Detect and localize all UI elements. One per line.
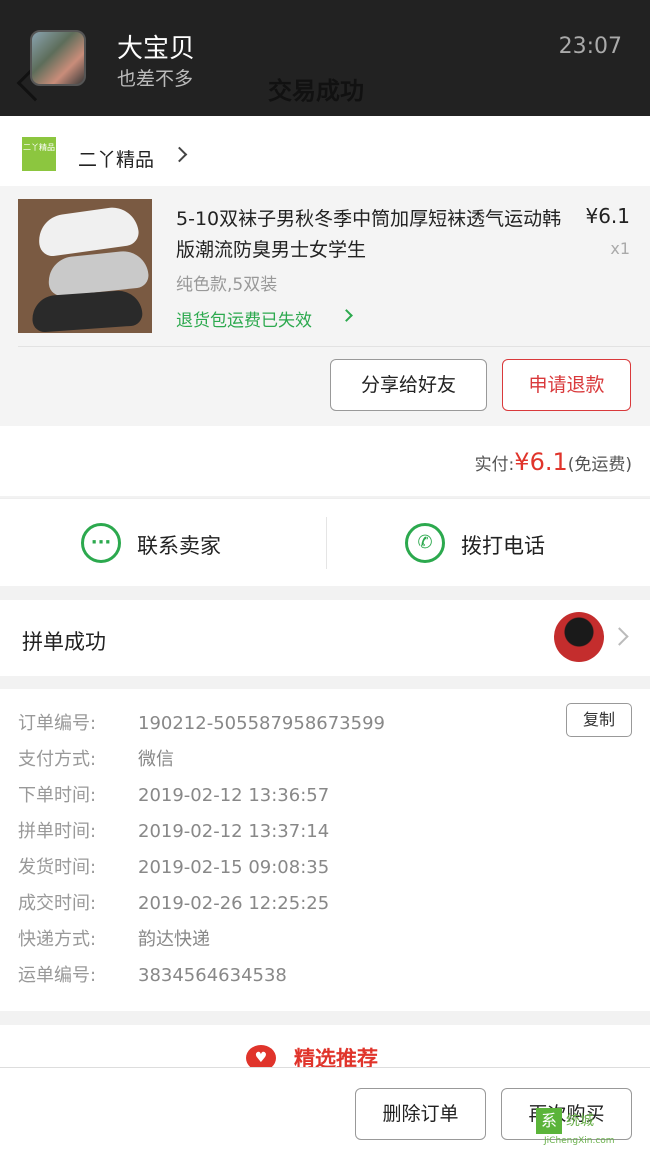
detail-key: 运单编号: xyxy=(18,965,97,986)
detail-key: 支付方式: xyxy=(18,749,97,770)
black-sock-shape xyxy=(30,289,144,333)
shipping-note-link[interactable]: 退货包运费已失效 xyxy=(176,306,312,331)
detail-value: 2019-02-15 09:08:35 xyxy=(138,857,330,878)
detail-row: 成交时间: 2019-02-26 12:25:25 xyxy=(18,889,329,919)
divider xyxy=(18,346,650,347)
payment-summary: 实付:¥6.1(免运费) xyxy=(475,448,632,476)
shop-row[interactable]: 二丫精品 二丫精品 xyxy=(0,116,650,186)
product-price: ¥6.1 xyxy=(585,204,630,228)
call-button[interactable]: ✆ 拨打电话 xyxy=(405,523,605,563)
group-status-label: 拼单成功 xyxy=(22,630,106,654)
product-thumbnail[interactable] xyxy=(18,199,152,333)
avatar xyxy=(554,612,604,662)
contact-seller-label: 联系卖家 xyxy=(137,534,221,558)
watermark-url: JiChengXin.com xyxy=(544,1136,615,1146)
group-order-row[interactable]: 拼单成功 xyxy=(0,600,650,676)
product-quantity: x1 xyxy=(610,239,630,258)
chevron-right-icon xyxy=(171,146,188,163)
detail-value: 190212-505587958673599 xyxy=(138,713,385,734)
product-title[interactable]: 5-10双袜子男秋冬季中筒加厚短袜透气运动韩版潮流防臭男士女学生 xyxy=(176,204,576,266)
product-card: 5-10双袜子男秋冬季中筒加厚短袜透气运动韩版潮流防臭男士女学生 ¥6.1 x1… xyxy=(0,186,650,426)
divider xyxy=(326,517,327,569)
detail-key: 拼单时间: xyxy=(18,821,97,842)
header-subtitle: 也差不多 xyxy=(117,68,194,90)
chat-header: 大宝贝 也差不多 交易成功 23:07 xyxy=(0,0,650,116)
detail-row: 订单编号: 190212-505587958673599 xyxy=(18,709,385,739)
detail-key: 下单时间: xyxy=(18,785,97,806)
grey-sock-shape xyxy=(46,248,150,298)
copy-button[interactable]: 复制 xyxy=(566,703,632,737)
chat-bubble-icon: ··· xyxy=(81,523,121,563)
detail-row: 拼单时间: 2019-02-12 13:37:14 xyxy=(18,817,329,847)
detail-value: 2019-02-26 12:25:25 xyxy=(138,893,330,914)
detail-value: 2019-02-12 13:37:14 xyxy=(138,821,330,842)
contact-row: ··· 联系卖家 ✆ 拨打电话 xyxy=(0,498,650,586)
detail-value: 2019-02-12 13:36:57 xyxy=(138,785,330,806)
share-button[interactable]: 分享给好友 xyxy=(330,359,487,411)
shop-name: 二丫精品 xyxy=(78,149,155,171)
call-label: 拨打电话 xyxy=(461,534,545,558)
detail-row: 发货时间: 2019-02-15 09:08:35 xyxy=(18,853,329,883)
detail-value: 微信 xyxy=(138,749,174,770)
detail-row: 运单编号: 3834564634538 xyxy=(18,961,287,991)
payment-row: 实付:¥6.1(免运费) xyxy=(0,426,650,496)
watermark-logo: 系 统城 JiChengXin.com xyxy=(536,1108,644,1148)
detail-value: 3834564634538 xyxy=(138,965,287,986)
delete-order-button[interactable]: 删除订单 xyxy=(355,1088,486,1140)
product-spec: 纯色款,5双装 xyxy=(176,275,278,295)
phone-icon: ✆ xyxy=(405,523,445,563)
detail-key: 成交时间: xyxy=(18,893,97,914)
detail-key: 订单编号: xyxy=(18,713,97,734)
shop-logo-icon: 二丫精品 xyxy=(22,137,56,171)
refund-button[interactable]: 申请退款 xyxy=(502,359,631,411)
detail-row: 支付方式: 微信 xyxy=(18,745,174,775)
watermark-text: 统城 xyxy=(566,1113,594,1129)
detail-value: 韵达快递 xyxy=(138,929,210,950)
payment-amount: ¥6.1 xyxy=(514,448,568,476)
order-details: 复制 订单编号: 190212-505587958673599 支付方式: 微信 下… xyxy=(0,689,650,1011)
detail-row: 下单时间: 2019-02-12 13:36:57 xyxy=(18,781,329,811)
contact-seller-button[interactable]: ··· 联系卖家 xyxy=(81,523,281,563)
watermark-box: 系 xyxy=(536,1108,562,1134)
detail-row: 快递方式: 韵达快递 xyxy=(18,925,210,955)
order-status: 交易成功 xyxy=(268,77,364,105)
chevron-right-icon xyxy=(610,627,629,646)
avatar[interactable] xyxy=(30,30,86,86)
chevron-right-icon xyxy=(340,309,353,322)
detail-key: 发货时间: xyxy=(18,857,97,878)
white-sock-shape xyxy=(35,204,141,258)
detail-key: 快递方式: xyxy=(18,929,97,950)
nickname: 大宝贝 xyxy=(117,34,196,64)
payment-label: 实付: xyxy=(474,455,515,475)
payment-note: (免运费) xyxy=(567,455,632,475)
timestamp: 23:07 xyxy=(558,34,622,59)
